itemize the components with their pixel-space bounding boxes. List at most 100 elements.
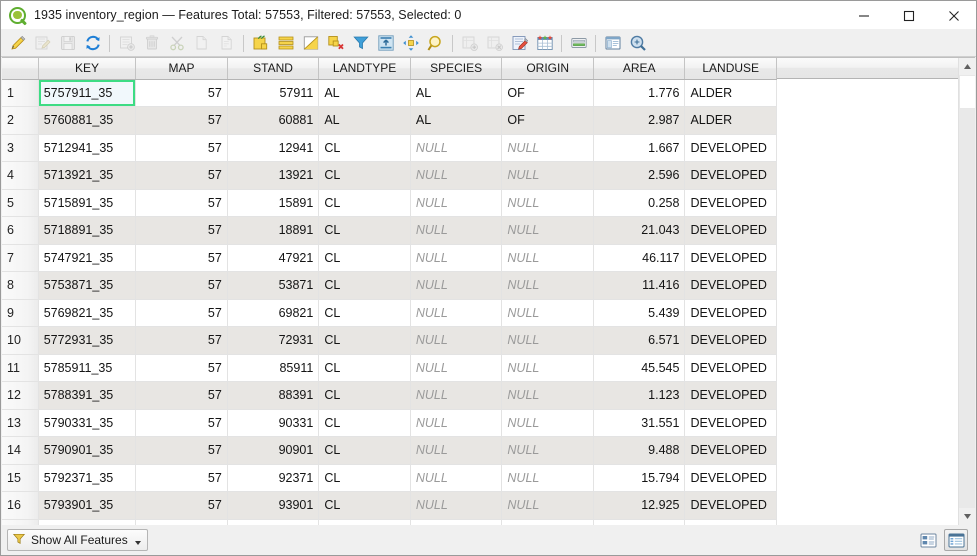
cell-species[interactable]: NULL <box>410 244 503 272</box>
cell-origin[interactable]: NULL <box>501 271 594 300</box>
cell-landtype[interactable]: CL <box>318 464 411 492</box>
cell-area[interactable]: 31.551 <box>593 409 686 437</box>
cell-key[interactable]: 5753871_35 <box>38 271 137 300</box>
cell-species[interactable]: NULL <box>410 189 503 217</box>
cell-key[interactable]: 5747921_35 <box>38 244 137 272</box>
cell-key[interactable]: 5793901_35 <box>38 491 137 520</box>
row-number-cell[interactable]: 15 <box>2 464 39 492</box>
cell-area[interactable]: 1.776 <box>593 79 686 107</box>
cell-area[interactable]: 11.416 <box>593 271 686 300</box>
toggle-editing-icon[interactable] <box>6 32 29 55</box>
cell-origin[interactable]: NULL <box>501 189 594 217</box>
cell-area[interactable]: 6.571 <box>593 326 686 355</box>
row-number-cell[interactable]: 5 <box>2 189 39 217</box>
move-selection-to-top-icon[interactable] <box>374 32 397 55</box>
cell-landuse[interactable]: DEVELOPED <box>684 299 777 327</box>
row-number-cell[interactable]: 14 <box>2 436 39 465</box>
cell-origin[interactable]: OF <box>501 106 594 135</box>
cell-stand[interactable]: 90331 <box>227 409 320 437</box>
vertical-scrollbar[interactable] <box>958 58 975 525</box>
row-number-cell[interactable]: 9 <box>2 299 39 327</box>
cell-area[interactable]: 1.123 <box>593 381 686 410</box>
cell-area[interactable]: 12.925 <box>593 491 686 520</box>
cell-species[interactable]: NULL <box>410 299 503 327</box>
cell-landtype[interactable]: CL <box>318 244 411 272</box>
column-header-area[interactable]: AREA <box>593 58 686 80</box>
cell-area[interactable]: 9.488 <box>593 436 686 465</box>
scrollbar-thumb[interactable] <box>959 75 975 109</box>
cell-origin[interactable]: NULL <box>501 354 594 382</box>
cell-origin[interactable]: NULL <box>501 134 594 162</box>
cell-stand[interactable]: 13921 <box>227 161 320 190</box>
cell-key[interactable]: 5712941_35 <box>38 134 137 162</box>
cell-map[interactable]: 57 <box>135 326 228 355</box>
table-row[interactable]: 10 5772931_35 57 72931 CL NULL NULL 6.571 DEVELO… <box>2 326 777 355</box>
column-header-key[interactable]: KEY <box>38 58 137 80</box>
reload-table-icon[interactable] <box>81 32 104 55</box>
pan-to-selection-icon[interactable] <box>399 32 422 55</box>
cell-map[interactable]: 57 <box>135 79 228 107</box>
column-header-origin[interactable]: ORIGIN <box>501 58 594 80</box>
show-all-features-button[interactable]: Show All Features <box>7 529 148 551</box>
cell-map[interactable]: 57 <box>135 436 228 465</box>
row-number-cell[interactable]: 16 <box>2 491 39 520</box>
dock-undock-icon[interactable] <box>601 32 624 55</box>
table-view-toggle-button[interactable] <box>944 529 968 551</box>
cell-species[interactable]: NULL <box>410 271 503 300</box>
cell-key[interactable]: 5792371_35 <box>38 464 137 492</box>
cell-species[interactable]: NULL <box>410 491 503 520</box>
organize-columns-icon[interactable] <box>567 32 590 55</box>
column-header-landuse[interactable]: LANDUSE <box>684 58 777 80</box>
cell-map[interactable]: 57 <box>135 216 228 245</box>
cell-key[interactable]: 5788391_35 <box>38 381 137 410</box>
column-header-map[interactable]: MAP <box>135 58 228 80</box>
cell-area[interactable]: 2.987 <box>593 106 686 135</box>
cell-origin[interactable]: NULL <box>501 216 594 245</box>
cell-landtype[interactable]: CL <box>318 299 411 327</box>
column-header-stand[interactable]: STAND <box>227 58 320 80</box>
cell-key[interactable]: 5715891_35 <box>38 189 137 217</box>
cell-species[interactable]: AL <box>410 79 503 107</box>
cell-landtype[interactable]: CL <box>318 409 411 437</box>
table-row[interactable]: 16 5793901_35 57 93901 CL NULL NULL 12.925 DEVEL… <box>2 491 777 520</box>
table-row[interactable]: 1 5757911_35 57 57911 AL AL OF 1.776 ALDER <box>2 79 777 107</box>
cell-landuse[interactable]: DEVELOPED <box>684 134 777 162</box>
cell-landtype[interactable]: CL <box>318 161 411 190</box>
cell-landtype[interactable]: CL <box>318 381 411 410</box>
cell-landtype[interactable]: CL <box>318 326 411 355</box>
cell-species[interactable]: NULL <box>410 464 503 492</box>
invert-selection-icon[interactable] <box>299 32 322 55</box>
cell-species[interactable]: NULL <box>410 409 503 437</box>
cell-key[interactable]: 5757911_35 <box>38 79 137 107</box>
cell-area[interactable]: 2.596 <box>593 161 686 190</box>
cell-origin[interactable]: NULL <box>501 244 594 272</box>
scrollbar-track-below[interactable] <box>959 109 975 508</box>
cell-key[interactable]: 5790331_35 <box>38 409 137 437</box>
cell-key[interactable]: 5772931_35 <box>38 326 137 355</box>
scroll-up-arrow-icon[interactable] <box>959 58 975 75</box>
row-number-cell[interactable]: 12 <box>2 381 39 410</box>
cell-stand[interactable]: 53871 <box>227 271 320 300</box>
cell-origin[interactable]: NULL <box>501 491 594 520</box>
table-row[interactable]: 2 5760881_35 57 60881 AL AL OF 2.987 ALDER <box>2 106 777 135</box>
cell-area[interactable]: 5.439 <box>593 299 686 327</box>
cell-landtype[interactable]: CL <box>318 491 411 520</box>
cell-map[interactable]: 57 <box>135 134 228 162</box>
column-header-species[interactable]: SPECIES <box>410 58 503 80</box>
cell-stand[interactable]: 92371 <box>227 464 320 492</box>
cell-landuse[interactable]: DEVELOPED <box>684 381 777 410</box>
table-row[interactable]: 12 5788391_35 57 88391 CL NULL NULL 1.123 DEVELO… <box>2 381 777 410</box>
cell-landtype[interactable]: AL <box>318 106 411 135</box>
cell-stand[interactable]: 85911 <box>227 354 320 382</box>
cell-stand[interactable]: 72931 <box>227 326 320 355</box>
cell-key[interactable]: 5785911_35 <box>38 354 137 382</box>
table-row[interactable]: 8 5753871_35 57 53871 CL NULL NULL 11.416 DEVELO… <box>2 271 777 300</box>
table-row[interactable]: 4 5713921_35 57 13921 CL NULL NULL 2.596 DEVELOP… <box>2 161 777 190</box>
cell-map[interactable]: 57 <box>135 381 228 410</box>
cell-stand[interactable]: 18891 <box>227 216 320 245</box>
cell-landtype[interactable]: CL <box>318 354 411 382</box>
row-number-cell[interactable]: 6 <box>2 216 39 245</box>
select-all-icon[interactable] <box>274 32 297 55</box>
cell-area[interactable]: 15.794 <box>593 464 686 492</box>
filter-selection-icon[interactable] <box>349 32 372 55</box>
